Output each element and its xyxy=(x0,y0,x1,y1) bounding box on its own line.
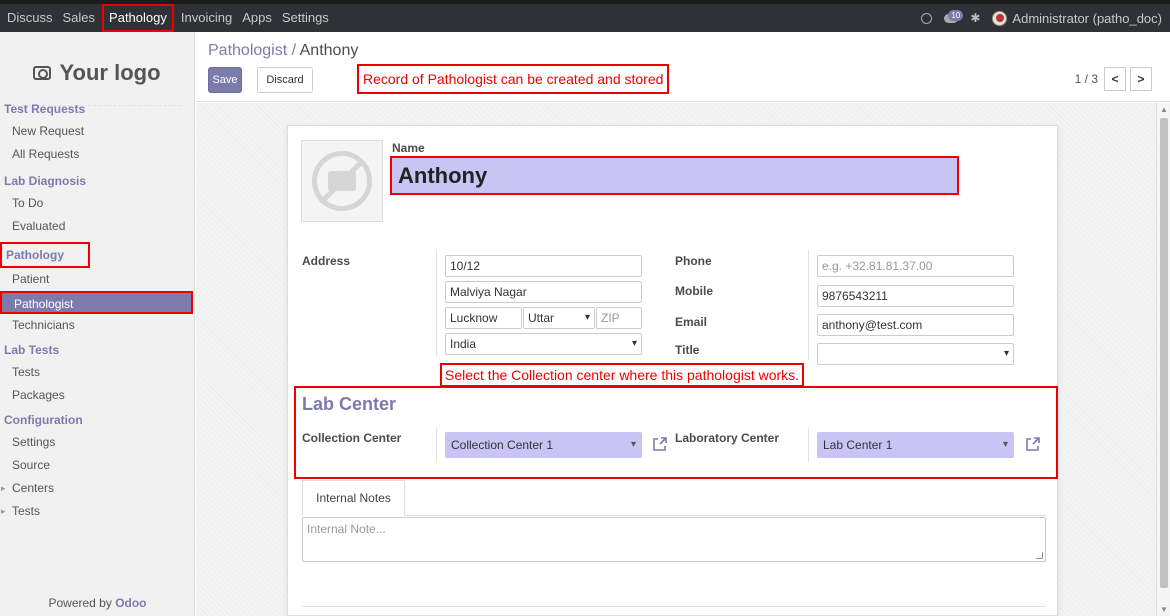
sidebar-item-tests-group[interactable]: Tests xyxy=(0,500,195,523)
tab-internal-notes[interactable]: Internal Notes xyxy=(302,480,405,516)
external-link-icon[interactable] xyxy=(1025,436,1041,452)
notes-placeholder: Internal Note... xyxy=(307,522,386,536)
menu-invoicing[interactable]: Invoicing xyxy=(176,5,237,31)
tab-underline xyxy=(302,515,1046,516)
sidebar: Your logo Test Requests New Request All … xyxy=(0,32,195,616)
street2-input[interactable]: Malviya Nagar xyxy=(445,281,642,303)
pager-previous-button[interactable]: < xyxy=(1104,67,1126,91)
menu-sales[interactable]: Sales xyxy=(58,5,101,31)
messages-button[interactable]: 10 xyxy=(944,9,964,23)
sidebar-item-centers[interactable]: Centers xyxy=(0,477,195,500)
state-select[interactable]: Uttar Prad xyxy=(523,307,595,345)
collection-center-annotation: Select the Collection center where this … xyxy=(440,363,805,387)
pager-next-button[interactable]: > xyxy=(1130,67,1152,91)
form-sheet: Name Anthony Address 10/12 Malviya Nagar… xyxy=(287,125,1058,616)
main-menu: Discuss Sales Pathology Invoicing Apps S… xyxy=(0,4,334,32)
sidebar-item-tests[interactable]: Tests xyxy=(0,361,195,384)
camera-icon xyxy=(33,65,52,80)
address-label: Address xyxy=(302,254,351,268)
title-label: Title xyxy=(675,343,700,357)
avatar xyxy=(992,10,1008,26)
country-select[interactable]: India xyxy=(445,333,642,355)
sidebar-item-new-request[interactable]: New Request xyxy=(0,120,195,143)
chatter-divider xyxy=(302,606,1046,607)
phone-input[interactable]: e.g. +32.81.81.37.00 xyxy=(817,255,1014,277)
scroll-up-icon[interactable]: ▲ xyxy=(1160,105,1168,114)
sidebar-item-to-do[interactable]: To Do xyxy=(0,192,195,215)
control-panel: Pathologist / Anthony Save Discard Recor… xyxy=(196,32,1170,102)
menu-settings[interactable]: Settings xyxy=(277,5,334,31)
collection-center-label: Collection Center xyxy=(302,431,402,445)
title-select[interactable] xyxy=(817,343,1014,365)
powered-by: Powered by Odoo xyxy=(48,596,147,610)
activity-clock-icon[interactable] xyxy=(921,12,933,24)
laboratory-center-label: Laboratory Center xyxy=(675,431,780,445)
street-input[interactable]: 10/12 xyxy=(445,255,642,277)
mobile-label: Mobile xyxy=(675,284,713,298)
debug-bug-icon[interactable]: ✱ xyxy=(970,11,980,25)
sidebar-header-configuration: Configuration xyxy=(4,413,83,427)
profile-image[interactable] xyxy=(301,140,383,222)
menu-pathology[interactable]: Pathology xyxy=(102,4,174,32)
company-logo: Your logo xyxy=(12,40,182,106)
sidebar-header-pathology: Pathology xyxy=(0,242,90,268)
sidebar-item-settings[interactable]: Settings xyxy=(0,431,195,454)
menu-discuss[interactable]: Discuss xyxy=(2,5,58,31)
laboratory-center-select[interactable]: Lab Center 1 xyxy=(817,432,1014,458)
collection-center-select[interactable]: Collection Center 1 xyxy=(445,432,642,458)
breadcrumb-separator: / xyxy=(287,42,300,59)
user-menu[interactable]: Administrator (patho_doc) xyxy=(992,10,1162,26)
name-input[interactable]: Anthony xyxy=(390,156,959,195)
sidebar-item-all-requests[interactable]: All Requests xyxy=(0,143,195,166)
contact-divider xyxy=(808,250,809,360)
systray: 10 ✱ Administrator (patho_doc) xyxy=(921,4,1162,32)
no-photo-icon xyxy=(312,151,372,211)
logo-text: Your logo xyxy=(59,59,161,85)
sidebar-item-pathologist[interactable]: Pathologist xyxy=(0,291,193,314)
scrollbar-thumb[interactable] xyxy=(1160,118,1168,588)
zip-input[interactable]: ZIP xyxy=(596,307,642,329)
resize-grip-icon[interactable] xyxy=(1036,552,1043,559)
top-navbar: Discuss Sales Pathology Invoicing Apps S… xyxy=(0,0,1170,32)
laboratory-divider xyxy=(808,428,809,462)
sidebar-header-test-requests: Test Requests xyxy=(4,102,86,116)
internal-notes-textarea[interactable]: Internal Note... xyxy=(302,517,1046,562)
breadcrumb-parent[interactable]: Pathologist xyxy=(208,42,287,59)
email-input[interactable]: anthony@test.com xyxy=(817,314,1014,336)
sidebar-nav: Test Requests New Request All Requests L… xyxy=(0,98,195,523)
save-button[interactable]: Save xyxy=(208,67,242,93)
email-label: Email xyxy=(675,315,708,329)
phone-label: Phone xyxy=(675,254,712,268)
scroll-down-icon[interactable]: ▼ xyxy=(1160,605,1168,614)
sidebar-item-packages[interactable]: Packages xyxy=(0,384,195,407)
sidebar-item-evaluated[interactable]: Evaluated xyxy=(0,215,195,238)
mobile-input[interactable]: 9876543211 xyxy=(817,285,1014,307)
sidebar-header-lab-tests: Lab Tests xyxy=(4,343,60,357)
discard-button[interactable]: Discard xyxy=(257,67,313,93)
external-link-icon[interactable] xyxy=(652,436,668,452)
sidebar-item-source[interactable]: Source xyxy=(0,454,195,477)
sidebar-header-lab-diagnosis: Lab Diagnosis xyxy=(4,174,87,188)
sidebar-item-patient[interactable]: Patient xyxy=(0,268,195,291)
name-label: Name xyxy=(392,141,425,155)
breadcrumb-current: Anthony xyxy=(299,42,359,59)
message-count-badge: 10 xyxy=(948,9,964,21)
city-input[interactable]: Lucknow xyxy=(445,307,522,329)
breadcrumb: Pathologist / Anthony xyxy=(208,42,358,60)
lab-center-title: Lab Center xyxy=(302,394,397,414)
pager-value: 1 / 3 xyxy=(1074,72,1098,86)
user-name: Administrator (patho_doc) xyxy=(1012,10,1162,26)
address-divider xyxy=(436,250,437,356)
pager: 1 / 3 < > xyxy=(1075,67,1152,91)
sidebar-item-technicians[interactable]: Technicians xyxy=(0,314,195,337)
record-annotation: Record of Pathologist can be created and… xyxy=(357,64,670,94)
collection-divider xyxy=(436,428,437,462)
scrollbar[interactable]: ▲ ▼ xyxy=(1156,103,1170,616)
menu-apps[interactable]: Apps xyxy=(237,5,277,31)
odoo-link[interactable]: Odoo xyxy=(115,596,146,610)
